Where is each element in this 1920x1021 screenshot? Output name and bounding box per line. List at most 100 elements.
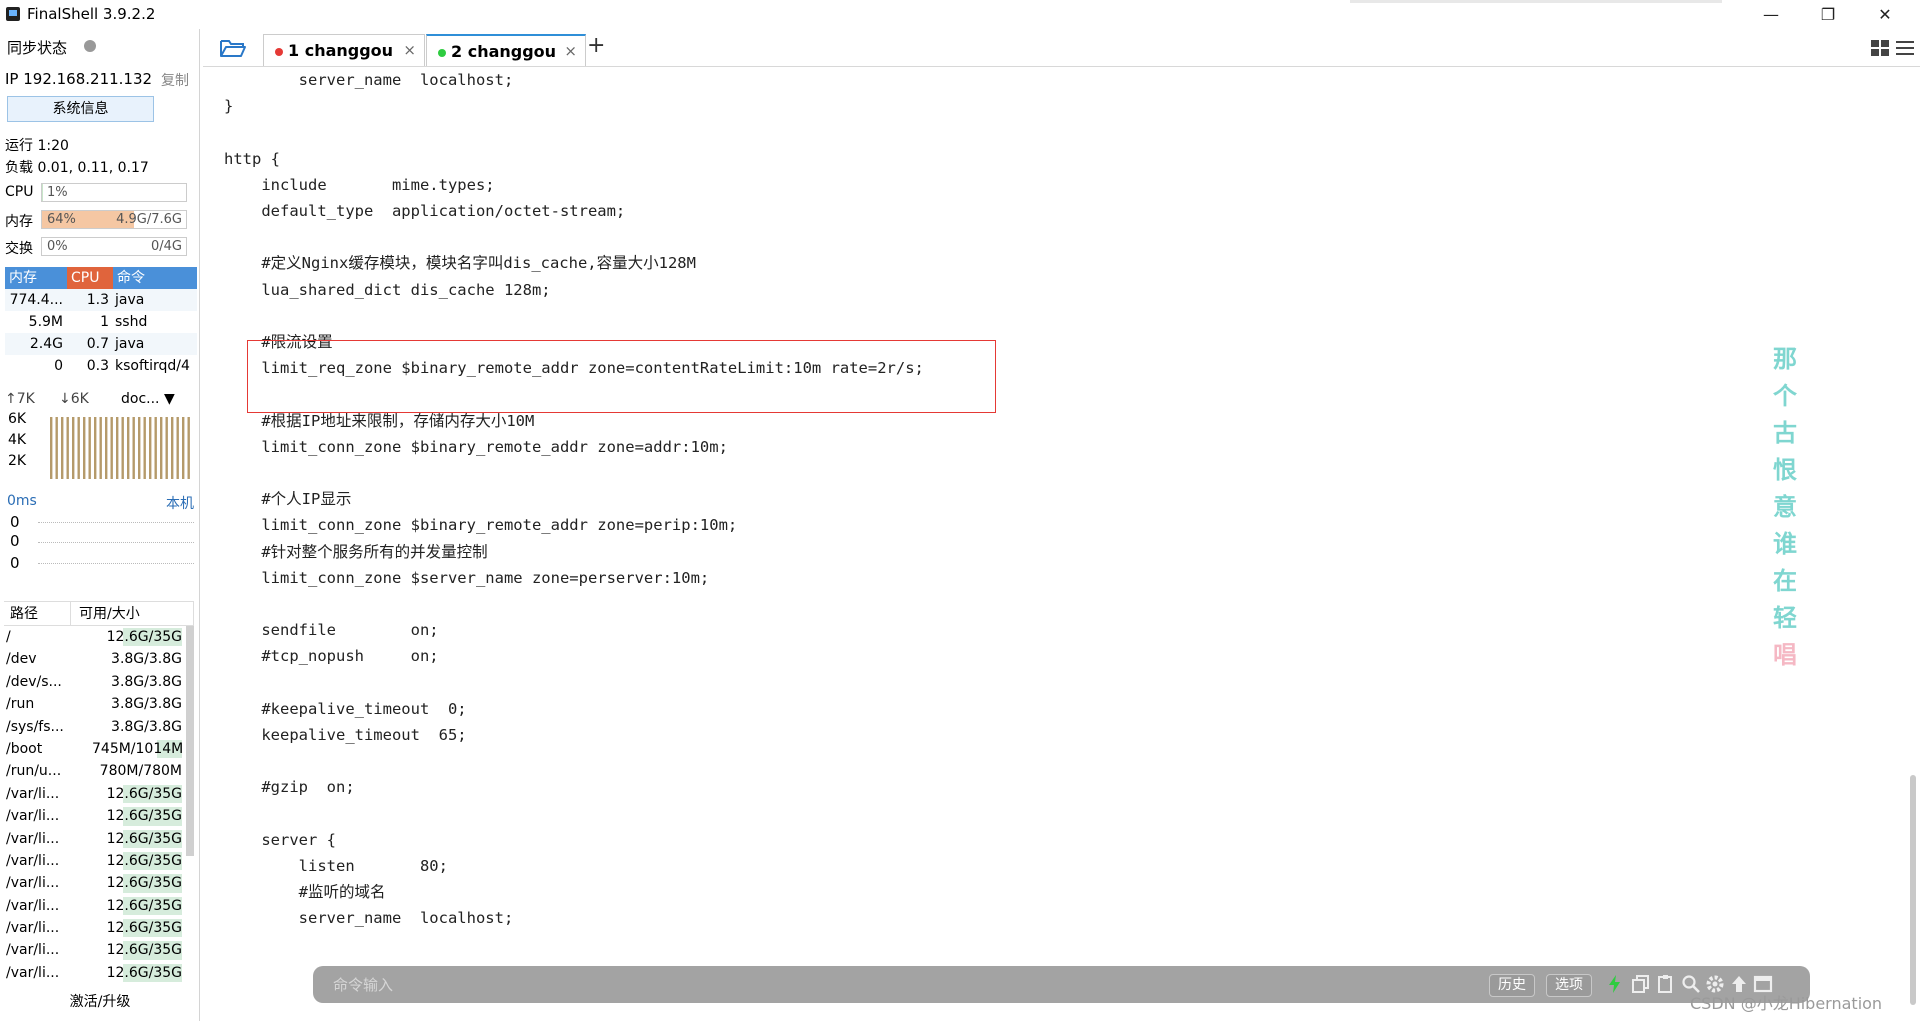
disk-row[interactable]: /var/li... 12.6G/35G: [4, 939, 194, 961]
traffic-bar: [149, 417, 152, 479]
maximize-button[interactable]: ❐: [1801, 0, 1855, 29]
cpu-meter-fill: [42, 184, 44, 201]
traffic-bar: [105, 417, 108, 479]
disk-row[interactable]: /dev/s... 3.8G/3.8G: [4, 671, 194, 693]
disk-size: 12.6G/35G: [92, 805, 184, 827]
command-input-bar: 历史 选项: [313, 966, 1810, 1003]
sync-status-dot: [84, 40, 96, 52]
disk-row[interactable]: /var/li... 12.6G/35G: [4, 828, 194, 850]
disk-row[interactable]: /var/li... 12.6G/35G: [4, 917, 194, 939]
disk-scrollbar[interactable]: [186, 626, 194, 856]
close-button[interactable]: ✕: [1858, 0, 1912, 29]
traffic-bar: [187, 417, 190, 479]
disk-size-text: 12.6G/35G: [106, 830, 182, 847]
disk-row[interactable]: /var/li... 12.6G/35G: [4, 783, 194, 805]
disk-row[interactable]: /var/li... 12.6G/35G: [4, 895, 194, 917]
cpu-percent: 1%: [47, 185, 68, 200]
traffic-bar: [61, 417, 64, 479]
disk-row[interactable]: /run 3.8G/3.8G: [4, 693, 194, 715]
disk-row[interactable]: /dev 3.8G/3.8G: [4, 648, 194, 670]
terminal-line: limit_conn_zone $binary_remote_addr zone…: [224, 516, 738, 535]
disk-row[interactable]: /var/li... 12.6G/35G: [4, 850, 194, 872]
disk-path: /boot: [6, 740, 43, 757]
disk-size-text: 12.6G/35G: [106, 785, 182, 802]
terminal-line: limit_conn_zone $server_name zone=perser…: [224, 568, 710, 587]
folder-open-icon[interactable]: [219, 37, 247, 59]
layout-grid-icon[interactable]: [1870, 39, 1890, 57]
terminal-line: sendfile on;: [224, 621, 439, 640]
swap-label: 交换: [5, 241, 33, 257]
copy-ip-button[interactable]: 复制: [161, 70, 189, 90]
column-path[interactable]: 路径: [4, 602, 71, 625]
lightning-icon[interactable]: [1605, 974, 1625, 994]
column-available-size[interactable]: 可用/大小: [71, 602, 194, 625]
terminal-line: server_name localhost;: [224, 71, 514, 89]
column-command[interactable]: 命令: [113, 267, 197, 289]
menu-icon[interactable]: [1895, 39, 1915, 57]
traffic-bar: [160, 417, 163, 479]
traffic-bar: [55, 417, 58, 479]
disk-path: /var/li...: [6, 830, 60, 847]
history-button[interactable]: 历史: [1489, 974, 1535, 997]
latency-value: 0: [10, 513, 20, 531]
disk-size-text: 3.8G/3.8G: [111, 718, 182, 735]
system-info-button[interactable]: 系统信息: [7, 96, 154, 122]
terminal-line: #针对整个服务所有的并发量控制: [224, 542, 488, 561]
disk-row[interactable]: /var/li... 12.6G/35G: [4, 872, 194, 894]
disk-row[interactable]: /var/li... 12.6G/35G: [4, 962, 194, 984]
options-button[interactable]: 选项: [1546, 974, 1592, 997]
net-axis-label: 2K: [8, 453, 27, 469]
disk-row[interactable]: /var/li... 12.6G/35G: [4, 805, 194, 827]
disk-path: /sys/fs...: [6, 718, 64, 735]
tab-close-icon[interactable]: ×: [403, 41, 416, 59]
process-row[interactable]: 0 0.3 ksoftirqd/4: [5, 355, 197, 377]
swap-percent: 0%: [47, 239, 68, 254]
terminal-scrollbar[interactable]: [1910, 775, 1916, 1005]
terminal-line: http {: [224, 149, 280, 168]
cpu-label: CPU: [5, 184, 34, 200]
column-memory[interactable]: 内存: [5, 267, 67, 289]
tab-close-icon[interactable]: ×: [564, 42, 577, 60]
terminal-output[interactable]: server_name localhost;} http { include mi…: [203, 67, 1917, 1021]
process-memory: 5.9M: [28, 314, 63, 330]
network-interface-select[interactable]: doc... ▼: [121, 391, 175, 407]
rate-limit-highlight-box: [247, 340, 996, 413]
tab-session-2[interactable]: 2 changgou ×: [426, 34, 586, 66]
disk-row[interactable]: /run/u... 780M/780M: [4, 760, 194, 782]
latency-host[interactable]: 本机: [166, 493, 194, 513]
process-cpu: 1: [100, 314, 109, 330]
terminal-line: #个人IP显示: [224, 490, 352, 509]
traffic-bar: [165, 417, 168, 479]
terminal-line: default_type application/octet-stream;: [224, 202, 626, 220]
traffic-bar: [176, 417, 179, 479]
column-cpu[interactable]: CPU: [67, 267, 113, 289]
swap-value: 0/4G: [151, 239, 182, 254]
add-tab-button[interactable]: +: [587, 33, 605, 58]
paste-icon[interactable]: [1656, 974, 1676, 994]
process-row[interactable]: 2.4G 0.7 java: [5, 333, 197, 355]
latency-gridline: [38, 563, 194, 564]
command-input[interactable]: [331, 972, 1231, 997]
network-download: ↓6K: [59, 391, 89, 407]
session-status-dot: [438, 49, 446, 57]
upgrade-link[interactable]: 激活/升级: [0, 991, 200, 1011]
process-memory: 774.4...: [9, 292, 63, 308]
csdn-watermark: CSDN @小龙Hibernation: [1690, 994, 1883, 1013]
disk-path: /var/li...: [6, 964, 60, 981]
disk-row[interactable]: /boot 745M/1014M: [4, 738, 194, 760]
disk-size-text: 12.6G/35G: [106, 808, 182, 825]
process-row[interactable]: 774.4... 1.3 java: [5, 289, 197, 311]
process-memory: 2.4G: [29, 336, 63, 352]
disk-path: /dev: [6, 651, 37, 668]
disk-row[interactable]: / 12.6G/35G: [4, 626, 194, 648]
disk-size: 780M/780M: [92, 760, 184, 782]
tab-session-1[interactable]: 1 changgou ×: [263, 34, 425, 66]
copy-icon[interactable]: [1631, 974, 1651, 994]
process-row[interactable]: 5.9M 1 sshd: [5, 311, 197, 333]
session-tab-bar: 1 changgou × 2 changgou × +: [203, 29, 1920, 67]
net-axis-label: 4K: [8, 432, 27, 448]
traffic-bar: [88, 417, 91, 479]
disk-row[interactable]: /sys/fs... 3.8G/3.8G: [4, 716, 194, 738]
ip-address: IP 192.168.211.132: [5, 70, 153, 88]
minimize-button[interactable]: —: [1744, 0, 1798, 29]
